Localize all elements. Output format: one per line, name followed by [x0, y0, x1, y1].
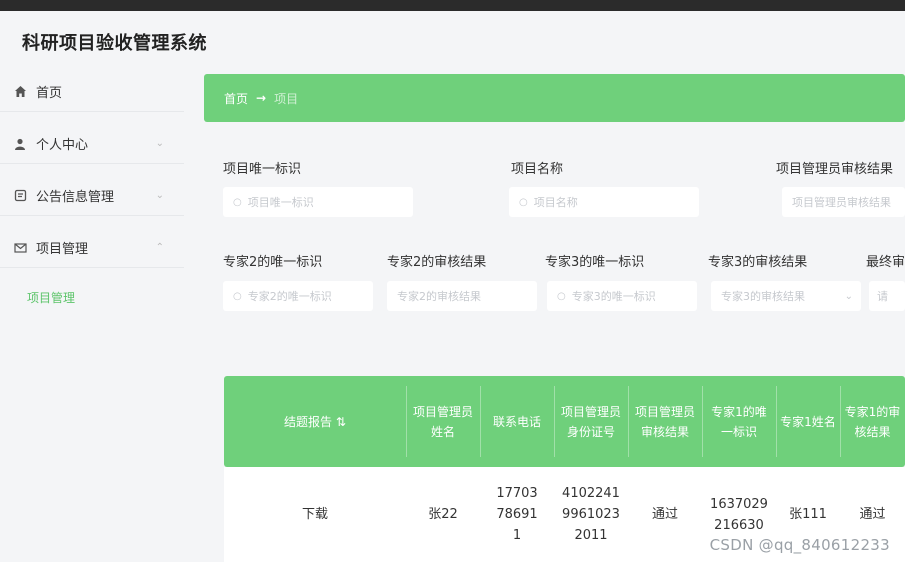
sidebar-item-label: 首页 [36, 86, 63, 101]
table-cell: 17703786911 [496, 486, 538, 543]
input-placeholder: 项目唯一标识 [247, 196, 314, 209]
table-header-cell[interactable]: 项目管理员姓名 [406, 376, 480, 467]
main-content: 首页 → 项目 项目唯一标识 ○ 项目唯一标识 项目名称 ○ 项目名称 项目管理员审… [204, 67, 905, 562]
app-header: 科研项目验收管理系统 [0, 11, 905, 67]
table-header-cell[interactable]: 项目管理员身份证号 [554, 376, 628, 467]
table-header-cell[interactable]: 专家1姓名 [776, 376, 840, 467]
chevron-down-icon: ⌄ [155, 138, 164, 149]
table-cell: 张22 [428, 507, 458, 522]
table-header-cell[interactable]: 专家1的审核结果 [840, 376, 905, 467]
search-icon: ○ [233, 196, 242, 208]
project-name-input[interactable]: ○ 项目名称 [509, 187, 699, 217]
select-placeholder: 请 [877, 290, 888, 303]
watermark: CSDN @qq_840612233 [709, 536, 890, 554]
filter-label-project-name: 项目名称 [511, 162, 564, 177]
chevron-down-icon: ⌄ [155, 190, 164, 201]
filter-label-expert3-review: 专家3的审核结果 [708, 255, 808, 270]
table-cell: 通过 [651, 507, 678, 522]
chevron-up-icon: ⌃ [155, 242, 164, 253]
filter-label-admin-review: 项目管理员审核结果 [776, 162, 894, 177]
sidebar-item-label: 公告信息管理 [36, 190, 115, 205]
filter-label-expert2-id: 专家2的唯一标识 [223, 255, 323, 270]
select-placeholder: 专家2的审核结果 [397, 290, 481, 303]
expert2-review-select[interactable]: 专家2的审核结果 [387, 281, 537, 311]
table-cell: 410224199610232011 [562, 486, 620, 543]
input-placeholder: 专家3的唯一标识 [571, 290, 656, 303]
sidebar-item-notice-management[interactable]: 公告信息管理 ⌄ [0, 176, 184, 216]
table-header-cell[interactable]: 项目管理员审核结果 [628, 376, 702, 467]
table-cell-download[interactable]: 下载 [224, 467, 406, 562]
sidebar-subitem-project-management[interactable]: 项目管理 [27, 289, 75, 306]
user-icon [13, 137, 27, 151]
breadcrumb-arrow: → [256, 91, 267, 105]
sidebar-item-label: 个人中心 [36, 138, 89, 153]
search-icon: ○ [519, 196, 528, 208]
sidebar-item-home[interactable]: 首页 [0, 72, 184, 112]
search-icon: ○ [557, 290, 566, 302]
notice-icon [13, 189, 27, 203]
input-placeholder: 专家2的唯一标识 [247, 290, 332, 303]
sidebar-item-personal-center[interactable]: 个人中心 ⌄ [0, 124, 184, 164]
expert3-review-select[interactable]: 专家3的审核结果 ⌄ [711, 281, 861, 311]
home-icon [13, 85, 27, 99]
app-title: 科研项目验收管理系统 [22, 33, 207, 54]
expert3-id-input[interactable]: ○ 专家3的唯一标识 [547, 281, 697, 311]
breadcrumb: 首页 → 项目 [204, 74, 905, 122]
mail-icon [13, 241, 27, 255]
select-placeholder: 项目管理员审核结果 [792, 196, 891, 209]
table-header: 结题报告 ⇅ 项目管理员姓名 联系电话 项目管理员身份证号 项目管理员审核结果 … [224, 376, 905, 467]
browser-top-strip [0, 0, 905, 11]
search-icon: ○ [233, 290, 242, 302]
filter-label-expert2-review: 专家2的审核结果 [387, 255, 487, 270]
table-header-cell[interactable]: 联系电话 [480, 376, 554, 467]
filter-label-expert3-id: 专家3的唯一标识 [545, 255, 645, 270]
sidebar-item-label: 项目管理 [36, 242, 89, 257]
sidebar: 首页 个人中心 ⌄ 公告信息管理 ⌄ 项目管理 ⌃ 项目管理 [0, 67, 196, 562]
chevron-down-icon: ⌄ [844, 290, 853, 302]
select-placeholder: 专家3的审核结果 [721, 290, 805, 303]
input-placeholder: 项目名称 [533, 196, 578, 209]
breadcrumb-home[interactable]: 首页 [224, 90, 248, 107]
project-id-input[interactable]: ○ 项目唯一标识 [223, 187, 413, 217]
admin-review-select[interactable]: 项目管理员审核结果 [782, 187, 905, 217]
expert2-id-input[interactable]: ○ 专家2的唯一标识 [223, 281, 373, 311]
breadcrumb-current: 项目 [274, 91, 299, 106]
filter-label-final-review: 最终审 [866, 255, 905, 270]
final-review-select[interactable]: 请 [869, 281, 905, 311]
table-header-cell[interactable]: 专家1的唯一标识 [702, 376, 776, 467]
sidebar-item-project-management[interactable]: 项目管理 ⌃ [0, 228, 184, 268]
filter-label-project-id: 项目唯一标识 [223, 162, 302, 177]
table-header-cell[interactable]: 结题报告 ⇅ [224, 376, 406, 467]
